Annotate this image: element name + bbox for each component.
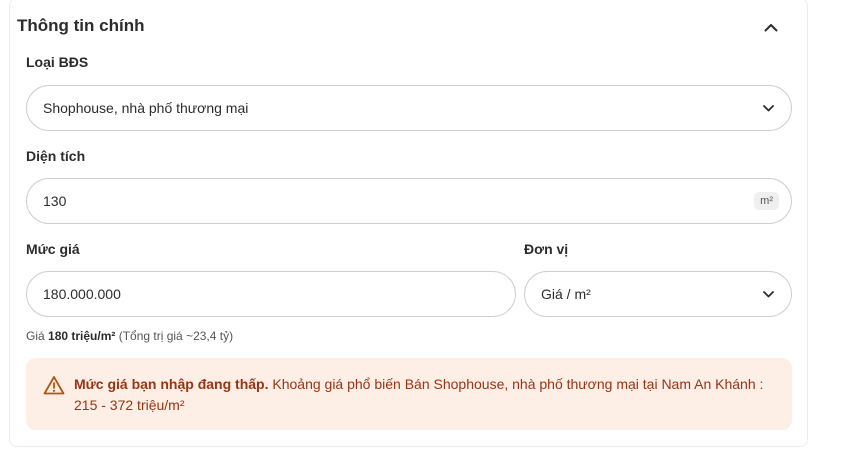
area-label: Diện tích — [26, 148, 86, 164]
property-type-value: Shophouse, nhà phố thương mại — [43, 100, 249, 116]
warning-message: Mức giá bạn nhập đang thấp. Khoảng giá p… — [74, 374, 774, 416]
warning-bold: Mức giá bạn nhập đang thấp. — [74, 376, 269, 392]
price-label: Mức giá — [26, 241, 80, 257]
unit-label: Đơn vị — [524, 241, 569, 257]
price-input[interactable]: 180.000.000 — [26, 271, 516, 317]
area-value: 130 — [43, 193, 67, 209]
price-warning-alert: Mức giá bạn nhập đang thấp. Khoảng giá p… — [26, 358, 792, 430]
helper-suffix: (Tổng trị giá ~23,4 tỷ) — [115, 329, 234, 343]
unit-value: Giá / m² — [541, 286, 591, 302]
area-unit-badge: m² — [754, 192, 779, 210]
section-title: Thông tin chính — [17, 16, 145, 35]
section-header[interactable]: Thông tin chính — [17, 14, 782, 40]
price-value: 180.000.000 — [43, 286, 121, 302]
price-helper-text: Giá 180 triệu/m² (Tổng trị giá ~23,4 tỷ) — [26, 329, 233, 343]
area-input[interactable]: 130 m² — [26, 178, 792, 224]
helper-prefix: Giá — [26, 329, 49, 343]
chevron-up-icon[interactable] — [760, 16, 782, 38]
property-type-select[interactable]: Shophouse, nhà phố thương mại — [26, 85, 792, 131]
helper-highlight: 180 triệu/m² — [48, 329, 116, 343]
unit-select[interactable]: Giá / m² — [524, 271, 792, 317]
chevron-down-icon — [761, 287, 775, 301]
warning-icon — [43, 375, 65, 395]
chevron-down-icon — [761, 101, 775, 115]
property-type-label: Loại BĐS — [26, 54, 89, 70]
